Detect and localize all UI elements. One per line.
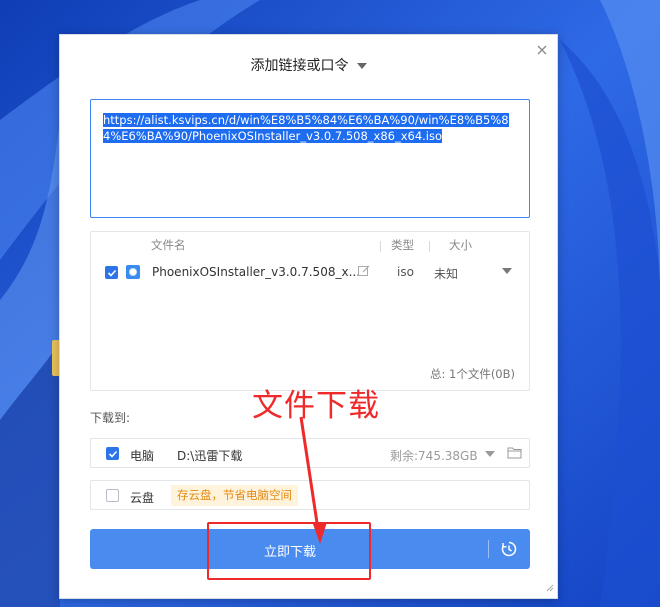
file-list-header: 文件名 类型 大小 — [91, 237, 529, 255]
folder-icon[interactable] — [507, 446, 522, 462]
save-path[interactable]: D:\迅雷下载 — [177, 447, 242, 464]
file-row[interactable]: PhoenixOSInstaller_v3.0.7.508_x... iso 未… — [91, 263, 529, 283]
save-to-label: 下载到: — [90, 411, 131, 425]
file-type: iso — [397, 265, 414, 279]
chevron-down-icon[interactable] — [502, 268, 512, 274]
chevron-down-icon[interactable] — [356, 63, 367, 69]
column-name: 文件名 — [151, 238, 186, 252]
chevron-down-icon[interactable] — [485, 451, 495, 457]
schedule-clock-icon[interactable] — [500, 540, 518, 561]
file-list: 文件名 类型 大小 PhoenixOSInstaller_v3.0.7.508_… — [90, 231, 530, 391]
free-space: 剩余:745.38GB — [390, 449, 478, 463]
file-name: PhoenixOSInstaller_v3.0.7.508_x... — [152, 265, 361, 279]
resize-grip-icon[interactable] — [546, 581, 554, 595]
column-divider — [429, 241, 430, 252]
dialog-title-text: 添加链接或口令 — [250, 58, 349, 74]
column-divider — [380, 241, 381, 252]
annotation-label: 文件下载 — [252, 388, 380, 424]
file-checkbox[interactable] — [105, 266, 118, 279]
file-total: 总: 1个文件(0B) — [429, 367, 515, 381]
cloud-tag: 存云盘，节省电脑空间 — [171, 485, 298, 506]
computer-label: 电脑 — [130, 449, 155, 463]
column-size: 大小 — [449, 238, 472, 252]
edit-icon[interactable] — [357, 264, 371, 281]
cloud-checkbox[interactable] — [106, 489, 119, 502]
close-icon[interactable] — [535, 43, 549, 57]
file-size: 未知 — [434, 267, 459, 281]
column-type: 类型 — [391, 238, 414, 252]
button-divider — [488, 540, 489, 558]
disc-image-icon — [126, 265, 140, 279]
save-computer-option[interactable]: 电脑 D:\迅雷下载 剩余:745.38GB — [90, 438, 530, 468]
computer-checkbox[interactable] — [106, 447, 119, 460]
add-link-dialog: 添加链接或口令 https://alist.ksvips.cn/d/win%E8… — [59, 34, 558, 599]
link-input[interactable]: https://alist.ksvips.cn/d/win%E8%B5%84%E… — [90, 99, 530, 218]
save-cloud-option[interactable]: 云盘 存云盘，节省电脑空间 — [90, 480, 530, 510]
annotation-highlight-box — [207, 522, 371, 580]
cloud-label: 云盘 — [130, 491, 155, 505]
link-input-value: https://alist.ksvips.cn/d/win%E8%B5%84%E… — [103, 113, 509, 143]
dialog-title[interactable]: 添加链接或口令 — [60, 55, 557, 75]
